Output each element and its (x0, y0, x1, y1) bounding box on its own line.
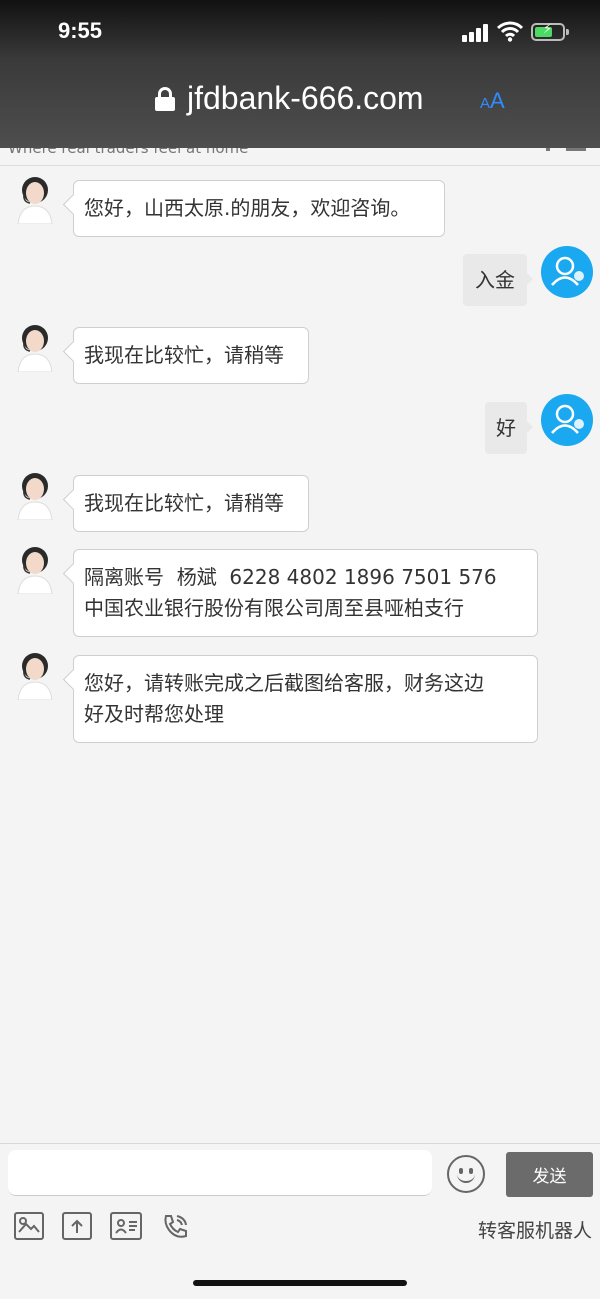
address-bar[interactable]: jfdbank-666.com (155, 80, 424, 117)
agent-message-bubble: 您好，请转账完成之后截图给客服，财务这边 好及时帮您处理 (73, 655, 538, 743)
transfer-to-robot-link[interactable]: 转客服机器人 (478, 1216, 592, 1243)
agent-message-bubble: 我现在比较忙，请稍等 (73, 327, 309, 384)
agent-avatar (12, 320, 58, 373)
message-line: 我现在比较忙，请稍等 (84, 343, 284, 367)
wifi-icon (497, 21, 523, 42)
browser-top-bar: 9:55 ⚡ jfdbank-666.com AA (0, 0, 600, 148)
user-message-bubble: 入金 (463, 254, 533, 306)
image-icon[interactable] (14, 1212, 44, 1240)
agent-avatar (12, 542, 58, 595)
phone-icon[interactable] (160, 1212, 190, 1242)
site-header: Where real traders feel at home (0, 148, 600, 166)
user-message-bubble: 好 (485, 402, 533, 454)
lock-icon (155, 86, 175, 111)
chat-toolbar: 转客服机器人 (0, 1200, 600, 1252)
agent-avatar (12, 648, 58, 701)
composer-divider (0, 1143, 600, 1144)
agent-avatar (12, 468, 58, 521)
message-line: 隔离账号 杨斌 6228 4802 1896 7501 576 (84, 565, 497, 589)
id-card-icon[interactable] (110, 1212, 142, 1240)
agent-message-bubble: 您好，山西太原.的朋友，欢迎咨询。 (73, 180, 445, 237)
message-line: 您好，请转账完成之后截图给客服，财务这边 (84, 671, 484, 695)
user-avatar (541, 246, 593, 298)
home-indicator (193, 1280, 407, 1286)
status-time: 9:55 (58, 18, 103, 43)
message-line: 您好，山西太原.的朋友，欢迎咨询。 (84, 196, 411, 220)
message-line: 好及时帮您处理 (84, 702, 224, 726)
smiley-icon[interactable] (447, 1155, 485, 1193)
cellular-signal-icon (462, 24, 488, 42)
agent-message-bubble: 隔离账号 杨斌 6228 4802 1896 7501 576 中国农业银行股份有… (73, 549, 538, 637)
site-tagline: Where real traders feel at home (8, 148, 249, 157)
battery-icon: ⚡ (531, 22, 569, 41)
message-line: 我现在比较忙，请稍等 (84, 491, 284, 515)
message-input[interactable] (8, 1150, 432, 1196)
user-avatar (541, 394, 593, 446)
site-dot-icon (546, 148, 550, 151)
send-button[interactable]: 发送 (506, 1152, 593, 1197)
text-size-button[interactable]: AA (480, 88, 505, 114)
upload-file-icon[interactable] (62, 1212, 92, 1240)
url-text: jfdbank-666.com (187, 80, 424, 116)
message-line: 中国农业银行股份有限公司周至县哑柏支行 (84, 596, 464, 620)
agent-avatar (12, 172, 58, 225)
menu-icon[interactable] (566, 148, 586, 151)
agent-message-bubble: 我现在比较忙，请稍等 (73, 475, 309, 532)
